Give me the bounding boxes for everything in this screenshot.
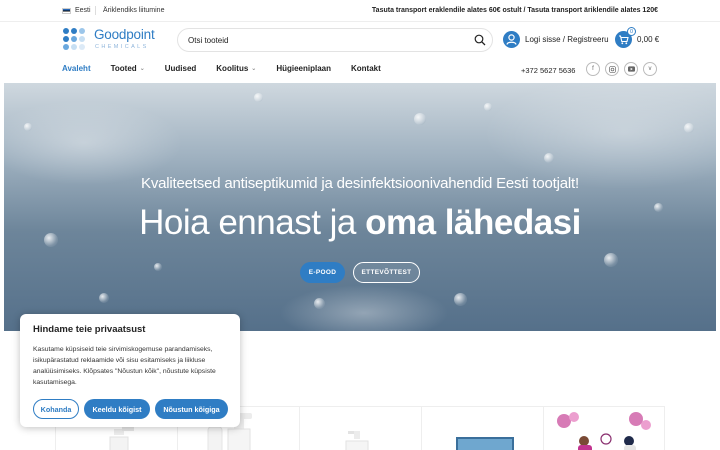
- logo[interactable]: Goodpoint CHEMICALS: [62, 27, 162, 54]
- language-selector[interactable]: Eesti: [62, 7, 91, 14]
- top-bar: Eesti Äriklendiks liitumine Tasuta trans…: [0, 0, 720, 22]
- search-icon[interactable]: [474, 34, 486, 46]
- pump-bottle-image: [345, 431, 369, 450]
- search-input[interactable]: [188, 33, 468, 48]
- logo-dots-icon: [62, 28, 92, 52]
- nav-item-tooted[interactable]: Tooted ⌄: [111, 64, 145, 73]
- main-nav: Avaleht Tooted ⌄ Uudised Koolitus ⌄ Hügiee…: [62, 64, 381, 73]
- screen-image: [456, 437, 514, 450]
- cookie-text: Kasutame küpsiseid teie sirvimiskogemuse…: [33, 346, 216, 386]
- vimeo-icon[interactable]: v: [643, 62, 657, 76]
- hero-title: Hoia ennast ja oma lähedasi: [139, 203, 581, 242]
- nav-item-uudised[interactable]: Uudised: [165, 64, 197, 73]
- divider: [95, 6, 96, 15]
- login-link[interactable]: Logi sisse / Registreeru: [503, 31, 609, 48]
- logo-name: Goodpoint: [94, 27, 155, 42]
- hero-banner: Kvaliteetsed antiseptikumid ja desinfekt…: [4, 83, 716, 331]
- business-join-link[interactable]: Äriklendiks liitumine: [103, 7, 164, 14]
- chevron-down-icon: ⌄: [251, 66, 257, 72]
- logo-subtitle: CHEMICALS: [95, 44, 149, 50]
- about-company-button[interactable]: ETTEVÕTTEST: [353, 262, 420, 283]
- estonian-flag-icon: [62, 7, 71, 14]
- nav-item-hugieeniplaan[interactable]: Hügieeniplaan: [276, 64, 331, 73]
- accept-all-button[interactable]: Nõustun kõigiga: [155, 399, 228, 419]
- social-links: f v: [586, 62, 657, 76]
- product-card[interactable]: [421, 407, 543, 450]
- login-label: Logi sisse / Registreeru: [525, 35, 609, 44]
- phone-number[interactable]: +372 5627 5636: [521, 66, 575, 75]
- illustration-image: [557, 412, 651, 450]
- e-shop-button[interactable]: E-POOD: [300, 262, 345, 283]
- shipping-notice: Tasuta transport eraklendile alates 60€ …: [371, 7, 658, 14]
- facebook-icon[interactable]: f: [586, 62, 600, 76]
- nav-item-kontakt[interactable]: Kontakt: [351, 64, 381, 73]
- chevron-down-icon: ⌄: [139, 66, 145, 72]
- cart-count-badge: 0: [627, 27, 636, 36]
- nav-item-koolitus[interactable]: Koolitus ⌄: [216, 64, 256, 73]
- cart-icon: 0: [615, 27, 636, 48]
- product-card[interactable]: [299, 407, 421, 450]
- cart-button[interactable]: 0 0,00 €: [615, 27, 660, 48]
- search-bar: [177, 28, 493, 52]
- nav-item-avaleht[interactable]: Avaleht: [62, 64, 91, 73]
- language-label: Eesti: [75, 7, 91, 14]
- cart-total: 0,00 €: [637, 35, 660, 44]
- cookie-consent-dialog: Hindame teie privaatsust Kasutame küpsis…: [20, 314, 240, 427]
- customize-button[interactable]: Kohanda: [33, 399, 79, 419]
- product-card[interactable]: [543, 407, 665, 450]
- reject-all-button[interactable]: Keeldu kõigist: [84, 399, 150, 419]
- hero-subtitle: Kvaliteetsed antiseptikumid ja desinfekt…: [141, 175, 579, 192]
- instagram-icon[interactable]: [605, 62, 619, 76]
- cookie-title: Hindame teie privaatsust: [33, 324, 146, 335]
- youtube-icon[interactable]: [624, 62, 638, 76]
- user-icon: [503, 31, 520, 48]
